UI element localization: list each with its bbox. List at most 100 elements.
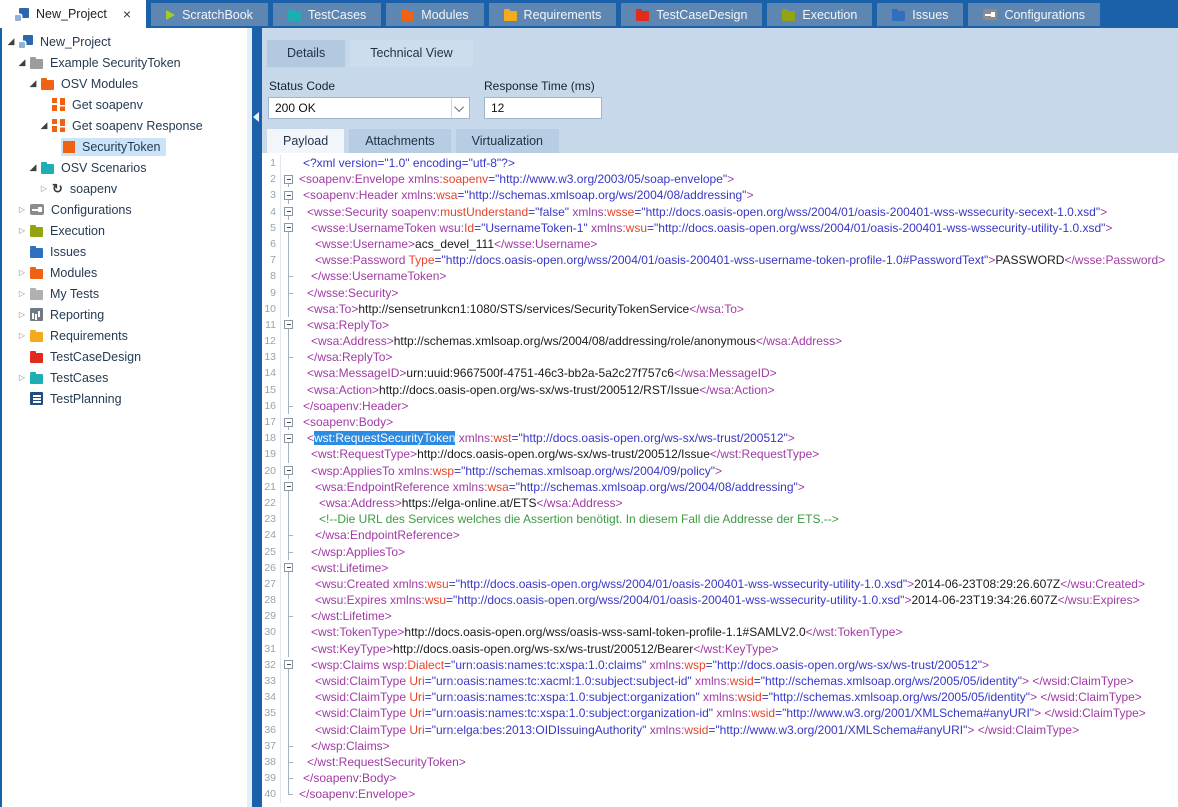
code-line-7[interactable]: 7<wsse:Password Type="http://docs.oasis-… [262, 252, 1178, 268]
collapse-arrow-icon[interactable]: ◢ [16, 57, 28, 68]
fold-collapse-icon[interactable] [281, 220, 296, 236]
code-line-25[interactable]: 25</wsp:AppliesTo> [262, 544, 1178, 560]
code-line-18[interactable]: 18<wst:RequestSecurityToken xmlns:wst="h… [262, 430, 1178, 446]
fold-collapse-icon[interactable] [281, 187, 296, 203]
app-tab-new-project[interactable]: New_Project× [0, 0, 146, 28]
tab-virtualization[interactable]: Virtualization [456, 129, 559, 153]
fold-collapse-icon[interactable] [281, 463, 296, 479]
tree-item-new-project[interactable]: ◢New_Project [2, 31, 252, 52]
tree-item-my-tests[interactable]: ▷My Tests [2, 283, 252, 304]
code-line-2[interactable]: 2<soapenv:Envelope xmlns:soapenv="http:/… [262, 171, 1178, 187]
tree-item-osv-scenarios[interactable]: ◢OSV Scenarios [2, 157, 252, 178]
code-line-17[interactable]: 17<soapenv:Body> [262, 414, 1178, 430]
code-line-30[interactable]: 30<wst:TokenType>http://docs.oasis-open.… [262, 624, 1178, 640]
code-line-27[interactable]: 27<wsu:Created xmlns:wsu="http://docs.oa… [262, 576, 1178, 592]
fold-collapse-icon[interactable] [281, 171, 296, 187]
fold-collapse-icon[interactable] [281, 479, 296, 495]
code-line-26[interactable]: 26<wst:Lifetime> [262, 560, 1178, 576]
tree-item-securitytoken[interactable]: SecurityToken [2, 136, 252, 157]
collapse-arrow-icon[interactable]: ◢ [38, 120, 50, 131]
xml-payload-editor[interactable]: 1<?xml version="1.0" encoding="utf-8"?>2… [262, 153, 1178, 807]
code-line-16[interactable]: 16</soapenv:Header> [262, 398, 1178, 414]
code-line-1[interactable]: 1<?xml version="1.0" encoding="utf-8"?> [262, 155, 1178, 171]
code-line-3[interactable]: 3<soapenv:Header xmlns:wsa="http://schem… [262, 187, 1178, 203]
collapse-arrow-icon[interactable]: ◢ [5, 36, 17, 47]
tree-item-testplanning[interactable]: TestPlanning [2, 388, 252, 409]
tree-item-osv-modules[interactable]: ◢OSV Modules [2, 73, 252, 94]
code-line-11[interactable]: 11<wsa:ReplyTo> [262, 317, 1178, 333]
tree-item-soapenv[interactable]: ▷↻soapenv [2, 178, 252, 199]
expand-arrow-icon[interactable]: ▷ [16, 289, 28, 298]
response-time-input[interactable] [484, 97, 602, 119]
code-line-12[interactable]: 12<wsa:Address>http://schemas.xmlsoap.or… [262, 333, 1178, 349]
sidebar-splitter[interactable] [252, 28, 262, 807]
tree-item-reporting[interactable]: ▷Reporting [2, 304, 252, 325]
tree-item-modules[interactable]: ▷Modules [2, 262, 252, 283]
tree-item-get-soapenv[interactable]: Get soapenv [2, 94, 252, 115]
code-line-35[interactable]: 35<wsid:ClaimType Uri="urn:oasis:names:t… [262, 705, 1178, 721]
code-line-32[interactable]: 32<wsp:Claims wsp:Dialect="urn:oasis:nam… [262, 657, 1178, 673]
code-line-40[interactable]: 40</soapenv:Envelope> [262, 786, 1178, 802]
code-line-9[interactable]: 9</wsse:Security> [262, 285, 1178, 301]
code-line-37[interactable]: 37</wsp:Claims> [262, 738, 1178, 754]
code-line-14[interactable]: 14<wsa:MessageID>urn:uuid:9667500f-4751-… [262, 365, 1178, 381]
collapse-sidebar-icon[interactable] [253, 112, 259, 122]
code-line-10[interactable]: 10<wsa:To>http://sensetrunkcn1:1080/STS/… [262, 301, 1178, 317]
code-line-24[interactable]: 24</wsa:EndpointReference> [262, 527, 1178, 543]
code-line-23[interactable]: 23<!--Die URL des Services welches die A… [262, 511, 1178, 527]
fold-collapse-icon[interactable] [281, 430, 296, 446]
code-line-20[interactable]: 20<wsp:AppliesTo xmlns:wsp="http://schem… [262, 463, 1178, 479]
app-tab-scratchbook[interactable]: ScratchBook [151, 3, 268, 26]
app-tab-testcases[interactable]: TestCases [273, 3, 381, 26]
expand-arrow-icon[interactable]: ▷ [16, 310, 28, 319]
app-tab-issues[interactable]: Issues [877, 3, 963, 26]
tree-item-configurations[interactable]: ▷Configurations [2, 199, 252, 220]
app-tab-configurations[interactable]: Configurations [968, 3, 1100, 26]
tab-technical-view[interactable]: Technical View [350, 40, 472, 67]
fold-collapse-icon[interactable] [281, 414, 296, 430]
expand-arrow-icon[interactable]: ▷ [16, 268, 28, 277]
collapse-arrow-icon[interactable]: ◢ [27, 162, 39, 173]
expand-arrow-icon[interactable]: ▷ [16, 373, 28, 382]
tree-item-execution[interactable]: ▷Execution [2, 220, 252, 241]
expand-arrow-icon[interactable]: ▷ [38, 184, 50, 193]
tab-payload[interactable]: Payload [267, 129, 344, 153]
expand-arrow-icon[interactable]: ▷ [16, 331, 28, 340]
tab-attachments[interactable]: Attachments [349, 129, 450, 153]
code-line-21[interactable]: 21<wsa:EndpointReference xmlns:wsa="http… [262, 479, 1178, 495]
code-line-22[interactable]: 22<wsa:Address>https://elga-online.at/ET… [262, 495, 1178, 511]
code-line-13[interactable]: 13</wsa:ReplyTo> [262, 349, 1178, 365]
status-code-select[interactable]: 200 OK [268, 97, 470, 119]
app-tab-modules[interactable]: Modules [386, 3, 483, 26]
fold-collapse-icon[interactable] [281, 317, 296, 333]
code-line-34[interactable]: 34<wsid:ClaimType Uri="urn:oasis:names:t… [262, 689, 1178, 705]
code-line-29[interactable]: 29</wst:Lifetime> [262, 608, 1178, 624]
tree-item-requirements[interactable]: ▷Requirements [2, 325, 252, 346]
app-tab-execution[interactable]: Execution [767, 3, 872, 26]
app-tab-testcasedesign[interactable]: TestCaseDesign [621, 3, 762, 26]
expand-arrow-icon[interactable]: ▷ [16, 226, 28, 235]
code-line-19[interactable]: 19<wst:RequestType>http://docs.oasis-ope… [262, 446, 1178, 462]
code-line-38[interactable]: 38</wst:RequestSecurityToken> [262, 754, 1178, 770]
code-line-6[interactable]: 6<wsse:Username>acs_devel_111</wsse:User… [262, 236, 1178, 252]
code-line-5[interactable]: 5<wsse:UsernameToken wsu:Id="UsernameTok… [262, 220, 1178, 236]
code-line-8[interactable]: 8</wsse:UsernameToken> [262, 268, 1178, 284]
code-line-15[interactable]: 15<wsa:Action>http://docs.oasis-open.org… [262, 382, 1178, 398]
code-line-28[interactable]: 28<wsu:Expires xmlns:wsu="http://docs.oa… [262, 592, 1178, 608]
code-line-36[interactable]: 36<wsid:ClaimType Uri="urn:elga:bes:2013… [262, 722, 1178, 738]
tree-item-testcasedesign[interactable]: TestCaseDesign [2, 346, 252, 367]
chevron-down-icon[interactable] [451, 98, 469, 118]
fold-collapse-icon[interactable] [281, 657, 296, 673]
close-tab-icon[interactable]: × [123, 8, 131, 20]
tab-details[interactable]: Details [267, 40, 345, 67]
fold-collapse-icon[interactable] [281, 204, 296, 220]
expand-arrow-icon[interactable]: ▷ [16, 205, 28, 214]
code-line-39[interactable]: 39</soapenv:Body> [262, 770, 1178, 786]
fold-collapse-icon[interactable] [281, 560, 296, 576]
code-line-4[interactable]: 4<wsse:Security soapenv:mustUnderstand="… [262, 204, 1178, 220]
code-line-31[interactable]: 31<wst:KeyType>http://docs.oasis-open.or… [262, 641, 1178, 657]
code-line-33[interactable]: 33<wsid:ClaimType Uri="urn:oasis:names:t… [262, 673, 1178, 689]
collapse-arrow-icon[interactable]: ◢ [27, 78, 39, 89]
tree-item-issues[interactable]: Issues [2, 241, 252, 262]
tree-item-example-securitytoken[interactable]: ◢Example SecurityToken [2, 52, 252, 73]
